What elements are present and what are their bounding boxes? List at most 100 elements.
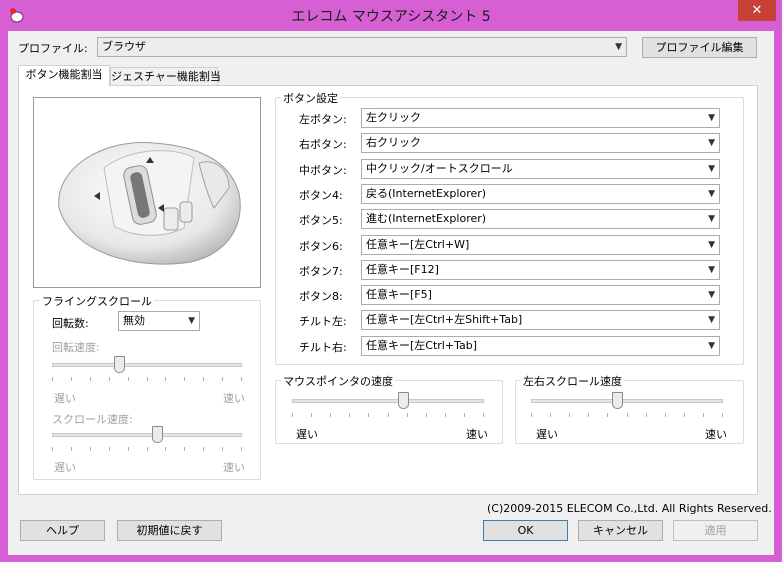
reset-defaults-button[interactable]: 初期値に戻す [117, 520, 222, 541]
mouse-image-frame [33, 97, 261, 288]
chevron-down-icon: ▼ [708, 163, 715, 174]
button-setting-select[interactable]: 任意キー[左Ctrl+Tab] ▼ [361, 335, 720, 356]
rotation-label: 回転数: [52, 317, 89, 330]
slider-tick [607, 413, 609, 417]
slider-tick [425, 413, 427, 417]
profile-select[interactable]: ブラウザ ▼ [97, 37, 627, 57]
button-setting-select[interactable]: 任意キー[F12] ▼ [361, 259, 720, 280]
hscroll-speed-fast: 速い [705, 428, 727, 441]
button-setting-label: 左ボタン: [299, 113, 347, 126]
rotation-speed-label: 回転速度: [52, 341, 100, 354]
slider-tick [146, 447, 148, 451]
button-setting-label: ボタン4: [299, 188, 343, 202]
rotation-speed-fast: 速い [223, 392, 245, 405]
chevron-down-icon: ▼ [615, 42, 622, 52]
hscroll-speed-slow: 遅い [536, 428, 558, 441]
button-setting-label: ボタン8: [299, 290, 343, 304]
rotation-select[interactable]: 無効 ▼ [118, 311, 200, 331]
slider-tick [70, 377, 72, 381]
copyright-text: (C)2009-2015 ELECOM Co.,Ltd. All Rights … [487, 502, 772, 515]
hscroll-speed-slider[interactable] [612, 392, 624, 409]
slider-tick [184, 447, 186, 451]
hscroll-speed-title: 左右スクロール速度 [521, 373, 624, 389]
mouse-illustration [58, 141, 241, 265]
pointer-speed-fast: 速い [466, 428, 488, 441]
button-setting-select[interactable]: 右クリック ▼ [361, 133, 720, 154]
cancel-button[interactable]: キャンセル [578, 520, 663, 541]
slider-tick [127, 447, 129, 451]
rotation-speed-slow: 遅い [54, 392, 76, 405]
pointer-speed-slider[interactable] [398, 392, 410, 409]
button-setting-label: チルト左: [299, 315, 347, 329]
slider-tick [702, 413, 704, 417]
chevron-down-icon: ▼ [708, 214, 715, 225]
profile-label: プロファイル: [18, 42, 88, 55]
profile-edit-button[interactable]: プロファイル編集 [642, 37, 757, 58]
slider-tick [203, 447, 205, 451]
slider-tick [626, 413, 628, 417]
button-setting-select[interactable]: 中クリック/オートスクロール ▼ [361, 158, 720, 179]
slider-tick [146, 377, 148, 381]
slider-tick [664, 413, 666, 417]
scroll-speed-slider[interactable] [151, 426, 163, 443]
chevron-down-icon: ▼ [708, 188, 715, 199]
slider-tick [483, 413, 484, 417]
slider-tick [222, 447, 224, 451]
slider-tick [330, 413, 332, 417]
slider-tick [127, 377, 129, 381]
button-setting-label: 右ボタン: [299, 138, 347, 152]
hscroll-speed-track [531, 399, 723, 403]
button-setting-label: チルト右: [299, 340, 347, 354]
chevron-down-icon: ▼ [708, 138, 715, 149]
rotation-speed-slider[interactable] [113, 356, 125, 373]
window-title: エレコム マウスアシスタント 5 [291, 9, 491, 25]
slider-tick [52, 377, 53, 381]
button-setting-select[interactable]: 任意キー[F5] ▼ [361, 285, 720, 306]
slider-tick [722, 413, 723, 417]
slider-tick [89, 377, 91, 381]
scroll-speed-slow: 遅い [54, 461, 76, 474]
close-button[interactable]: ✕ [738, 0, 776, 21]
button-setting-label: ボタン6: [299, 239, 343, 253]
slider-tick [349, 413, 351, 417]
profile-select-value: ブラウザ [102, 40, 146, 53]
slider-tick [52, 447, 53, 451]
help-button[interactable]: ヘルプ [20, 520, 105, 541]
slider-tick [89, 447, 91, 451]
slider-tick [645, 413, 647, 417]
slider-tick [292, 413, 293, 417]
slider-tick [108, 377, 110, 381]
button-setting-value: 進む(InternetExplorer) [366, 212, 487, 226]
tab-button-assign[interactable]: ボタン機能割当 [18, 65, 110, 87]
apply-button[interactable]: 適用 [673, 520, 758, 541]
slider-tick [463, 413, 465, 417]
slider-tick [444, 413, 446, 417]
scroll-speed-fast: 速い [223, 461, 245, 474]
button-setting-select[interactable]: 任意キー[左Ctrl+W] ▼ [361, 234, 720, 255]
button-setting-select[interactable]: 左クリック ▼ [361, 108, 720, 128]
slider-tick [588, 413, 590, 417]
button-setting-select[interactable]: 戻る(InternetExplorer) ▼ [361, 183, 720, 204]
slider-tick [203, 377, 205, 381]
button-setting-value: 任意キー[左Ctrl+W] [366, 237, 470, 251]
pointer-speed-ticks [292, 413, 484, 418]
pointer-speed-slow: 遅い [296, 428, 318, 441]
ok-button[interactable]: OK [483, 520, 568, 541]
button-setting-select[interactable]: 任意キー[左Ctrl+左Shift+Tab] ▼ [361, 310, 720, 331]
flying-scroll-title: フライングスクロール [40, 293, 154, 309]
pointer-speed-title: マウスポインタの速度 [281, 373, 395, 389]
chevron-down-icon: ▼ [188, 316, 195, 326]
button-setting-value: 左クリック [366, 111, 421, 124]
chevron-down-icon: ▼ [708, 315, 715, 326]
button-setting-select[interactable]: 進む(InternetExplorer) ▼ [361, 209, 720, 230]
slider-tick [165, 377, 167, 381]
button-setting-label: 中ボタン: [299, 163, 347, 177]
button-setting-value: 中クリック/オートスクロール [366, 161, 513, 175]
button-settings-title: ボタン設定 [281, 90, 340, 106]
button-setting-value: 任意キー[F5] [366, 288, 432, 302]
tab-gesture-assign[interactable]: ジェスチャー機能割当 [110, 67, 221, 86]
button-setting-value: 任意キー[F12] [366, 262, 439, 276]
close-icon: ✕ [751, 3, 763, 18]
slider-tick [241, 377, 242, 381]
rotation-speed-track [52, 363, 242, 367]
